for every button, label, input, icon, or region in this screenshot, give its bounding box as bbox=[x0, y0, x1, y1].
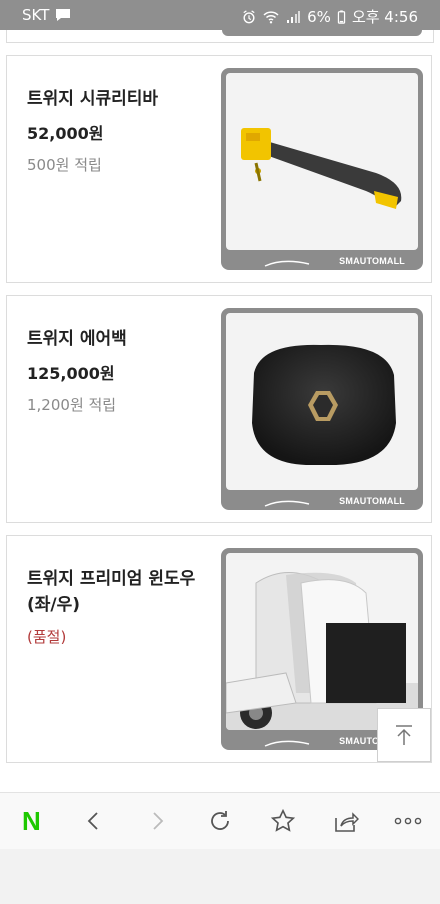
image-brand-label: SMAUTOMALL bbox=[339, 496, 405, 506]
product-card[interactable]: 트위지 에어백 125,000원 1,200원 적립 SMAUTOMALL bbox=[6, 295, 432, 523]
battery-icon bbox=[337, 9, 346, 24]
bottom-spacer bbox=[0, 849, 440, 904]
scroll-to-top-button[interactable] bbox=[377, 708, 431, 762]
previous-thumb-edge bbox=[222, 28, 422, 36]
image-brand-label: SMAUTOMALL bbox=[339, 256, 405, 266]
security-bar-image bbox=[241, 128, 402, 209]
signal-icon bbox=[287, 10, 301, 23]
product-title[interactable]: 트위지 시큐리티바 bbox=[27, 86, 217, 112]
brand-swoosh-icon bbox=[264, 500, 310, 507]
product-points: 500원 적립 bbox=[27, 156, 102, 174]
bookmark-button[interactable] bbox=[261, 799, 305, 843]
refresh-button[interactable] bbox=[198, 799, 242, 843]
status-bar: SKT 6% 오후 4:56 bbox=[0, 0, 440, 30]
wifi-icon bbox=[263, 10, 279, 23]
arrow-up-icon bbox=[396, 725, 412, 745]
forward-icon bbox=[153, 812, 164, 830]
product-title[interactable]: 트위지 에어백 bbox=[27, 326, 217, 352]
product-image[interactable]: SMAUTOMALL bbox=[221, 308, 423, 510]
window-image bbox=[226, 572, 418, 730]
product-card[interactable]: 트위지 시큐리티바 52,000원 500원 적립 SMAUTOMALL bbox=[6, 55, 432, 283]
naver-home-button[interactable]: N bbox=[9, 799, 53, 843]
naver-home-icon: N bbox=[22, 805, 41, 836]
bookmark-star-icon bbox=[270, 808, 295, 832]
product-price: 125,000원 bbox=[27, 364, 115, 383]
airbag-image bbox=[252, 344, 396, 465]
brand-swoosh-icon bbox=[264, 260, 310, 267]
clock: 오후 4:56 bbox=[351, 8, 418, 26]
alarm-icon bbox=[243, 9, 255, 23]
more-icon bbox=[395, 817, 422, 825]
back-icon bbox=[87, 812, 98, 830]
product-price: 52,000원 bbox=[27, 124, 104, 143]
forward-button[interactable] bbox=[135, 799, 179, 843]
product-card[interactable]: 트위지 프리미엄 윈도우 (좌/우) (품절) SMAUTOMALL bbox=[6, 535, 432, 763]
refresh-icon bbox=[211, 811, 229, 830]
product-title[interactable]: 트위지 프리미엄 윈도우 (좌/우) bbox=[27, 566, 217, 618]
soldout-label: (품절) bbox=[27, 628, 67, 646]
battery-percent: 6% bbox=[307, 7, 331, 26]
carrier-label: SKT bbox=[22, 6, 50, 24]
browser-toolbar: N bbox=[0, 792, 440, 849]
message-icon bbox=[56, 9, 71, 21]
brand-swoosh-icon bbox=[264, 740, 310, 747]
back-button[interactable] bbox=[72, 799, 116, 843]
more-button[interactable] bbox=[386, 799, 430, 843]
product-points: 1,200원 적립 bbox=[27, 396, 117, 414]
share-icon bbox=[334, 812, 359, 832]
share-button[interactable] bbox=[324, 799, 368, 843]
product-image[interactable]: SMAUTOMALL bbox=[221, 68, 423, 270]
